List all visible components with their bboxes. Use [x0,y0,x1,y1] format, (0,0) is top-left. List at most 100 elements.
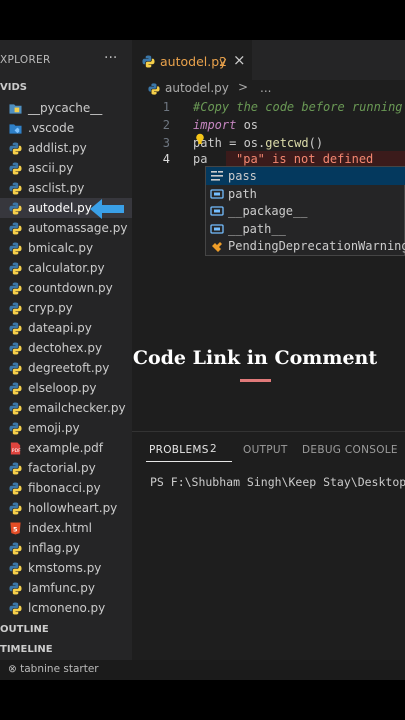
folder-title[interactable]: VIDS [0,82,27,93]
tree-item[interactable]: PDF example.pdf [0,438,132,458]
tree-item-label: inflag.py [28,541,81,555]
tree-item[interactable]: cryp.py [0,298,132,318]
tree-item-label: emoji.py [28,421,80,435]
tabnine-status[interactable]: ⊗ tabnine starter [8,663,99,675]
code-function-name: getcwd [265,136,309,150]
tree-item[interactable]: fibonacci.py [0,478,132,498]
autocomplete-widget: pass path __package__ __path__ PendingDeprec… [205,166,405,256]
suggestion-label: __path__ [228,221,286,236]
python-file-icon [9,582,22,595]
editor-tabbar: autodel.py 2 × [132,40,405,80]
tree-item[interactable]: bmicalc.py [0,238,132,258]
tree-item[interactable]: addlist.py [0,138,132,158]
suggestion-item[interactable]: pass [206,167,405,185]
tree-item-label: cryp.py [28,301,73,315]
python-file-icon [9,302,22,315]
python-file-icon [9,162,22,175]
tree-item-label: automassage.py [28,221,128,235]
tree-item[interactable]: 5 index.html [0,518,132,538]
suggestion-item[interactable]: __package__ [206,202,405,220]
suggestion-item[interactable]: path [206,185,405,203]
tab-problem-count: 2 [219,54,227,69]
timeline-section[interactable]: TIMELINE [0,644,53,655]
tree-item[interactable]: factorial.py [0,458,132,478]
python-file-icon [9,402,22,415]
tree-item-label: .vscode [28,121,75,135]
tree-item[interactable]: asclist.py [0,178,132,198]
tree-item-label: asclist.py [28,181,85,195]
pointer-arrow-icon [90,199,124,219]
python-file-icon [9,202,22,215]
pdf-file-icon: PDF [10,442,21,455]
tree-item-label: calculator.py [28,261,105,275]
outline-section[interactable]: OUTLINE [0,624,49,635]
python-file-icon [9,602,22,615]
tree-item[interactable]: lcmoneno.py [0,598,132,618]
folder-vscode-icon [9,124,22,134]
tree-item[interactable]: ascii.py [0,158,132,178]
tree-item-label: elseloop.py [28,381,97,395]
tree-item-label: countdown.py [28,281,113,295]
tree-item-label: autodel.py [28,201,92,215]
lightbulb-icon[interactable] [195,133,205,145]
variable-icon [210,188,224,199]
python-file-icon [9,562,22,575]
line-number: 2 [162,118,170,132]
python-file-icon [9,222,22,235]
suggestion-item[interactable]: __path__ [206,220,405,238]
tree-item-label: bmicalc.py [28,241,94,255]
tree-item[interactable]: elseloop.py [0,378,132,398]
python-file-icon [148,83,160,95]
problems-count-badge: 2 [210,443,217,455]
tree-item[interactable]: __pycache__ [0,98,132,118]
tree-item-label: fibonacci.py [28,481,101,495]
tab-debug-console[interactable]: DEBUG CONSOLE [302,444,398,456]
tree-item-label: factorial.py [28,461,96,475]
terminal-prompt[interactable]: PS F:\Shubham Singh\Keep Stay\Desktop\Vi [150,475,405,489]
tab-autodel[interactable]: autodel.py 2 × [132,40,252,80]
python-file-icon [9,262,22,275]
variable-icon [210,223,224,234]
tree-item-label: addlist.py [28,141,87,155]
svg-text:PDF: PDF [12,448,21,454]
html-file-icon: 5 [10,522,21,535]
tab-output[interactable]: OUTPUT [243,444,288,456]
tree-item[interactable]: automassage.py [0,218,132,238]
tree-item[interactable]: lamfunc.py [0,578,132,598]
tree-item[interactable]: kmstoms.py [0,558,132,578]
tree-item-label: lcmoneno.py [28,601,106,615]
line-number: 1 [162,100,170,114]
close-icon[interactable]: × [233,51,246,69]
error-text: "pa" is not defined [236,152,374,166]
folder-pycache-icon [9,104,22,114]
tree-item-label: kmstoms.py [28,561,102,575]
python-file-icon [9,482,22,495]
suggestion-label: PendingDeprecationWarning [228,239,405,253]
overlay-caption: Code Link in Comment [132,347,378,369]
tree-item[interactable]: inflag.py [0,538,132,558]
tree-item[interactable]: countdown.py [0,278,132,298]
tree-item[interactable]: dateapi.py [0,318,132,338]
line-number: 3 [162,136,170,150]
code-line-current: pa [193,152,208,166]
explorer-title: XPLORER [0,54,51,66]
tree-item[interactable]: emailchecker.py [0,398,132,418]
code-line-import: import os [193,118,258,132]
suggestion-label: __package__ [228,204,308,218]
tree-item[interactable]: calculator.py [0,258,132,278]
tab-problems[interactable]: PROBLEMS [149,444,209,456]
caption-underline [240,379,271,382]
breadcrumb-symbols[interactable]: ... [260,81,271,95]
breadcrumb-file[interactable]: autodel.py [165,81,229,95]
tree-item[interactable]: .vscode [0,118,132,138]
code-line-path: path = os.getcwd() [193,136,323,150]
active-tab-indicator [146,461,232,462]
variable-icon [210,206,224,216]
breadcrumb-separator: > [238,80,249,94]
python-file-icon [9,242,22,255]
suggestion-item[interactable]: PendingDeprecationWarning [206,237,405,255]
more-actions-icon[interactable]: ··· [104,50,117,66]
python-file-icon [9,502,22,515]
tree-item[interactable]: emoji.py [0,418,132,438]
tree-item[interactable]: hollowheart.py [0,498,132,518]
